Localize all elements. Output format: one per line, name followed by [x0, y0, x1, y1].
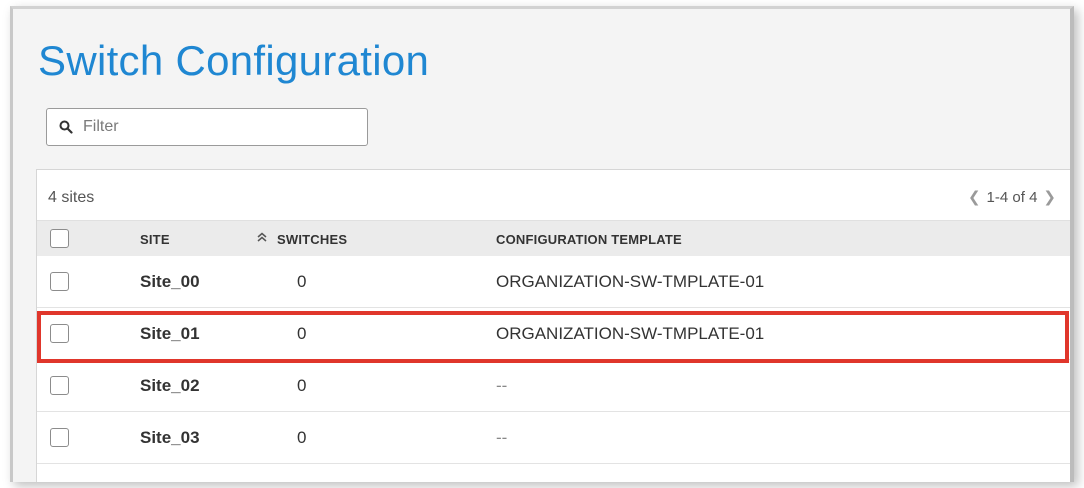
pagination-label: 1-4 of 4: [986, 188, 1038, 206]
row-checkbox[interactable]: [50, 376, 69, 395]
page-title: Switch Configuration: [38, 37, 430, 84]
site-name[interactable]: Site_02: [140, 376, 200, 396]
table-row[interactable]: Site_01 0 ORGANIZATION-SW-TMPLATE-01: [37, 308, 1070, 360]
app-window: Switch Configuration 4 sites ❮ 1-4 of 4 …: [10, 6, 1074, 482]
switch-count: 0: [297, 376, 307, 395]
filter-input[interactable]: [83, 118, 353, 136]
template-name: ORGANIZATION-SW-TMPLATE-01: [496, 272, 765, 291]
template-name: --: [496, 428, 508, 447]
filter-field[interactable]: [46, 108, 368, 146]
select-all-checkbox[interactable]: [50, 229, 69, 248]
pagination: ❮ 1-4 of 4 ❯: [962, 188, 1062, 207]
search-icon: [59, 120, 73, 134]
switch-count: 0: [297, 324, 307, 343]
switch-count: 0: [297, 428, 307, 447]
template-name: ORGANIZATION-SW-TMPLATE-01: [496, 324, 765, 343]
chevron-right-icon[interactable]: ❯: [1037, 188, 1062, 206]
sort-up-icon[interactable]: [255, 230, 269, 249]
site-name[interactable]: Site_00: [140, 272, 200, 292]
switch-count: 0: [297, 272, 307, 291]
row-checkbox[interactable]: [50, 272, 69, 291]
table-row[interactable]: Site_00 0 ORGANIZATION-SW-TMPLATE-01: [37, 256, 1070, 308]
table-row[interactable]: Site_02 0 --: [37, 360, 1070, 412]
column-header-switches[interactable]: SWITCHES: [277, 232, 347, 247]
site-name[interactable]: Site_01: [140, 324, 200, 344]
column-header-template[interactable]: CONFIGURATION TEMPLATE: [496, 232, 682, 247]
chevron-left-icon[interactable]: ❮: [962, 188, 987, 206]
column-header-site[interactable]: SITE: [140, 232, 170, 247]
template-name: --: [496, 376, 508, 395]
table-row[interactable]: Site_03 0 --: [37, 412, 1070, 464]
site-count: 4 sites: [37, 170, 123, 222]
row-checkbox[interactable]: [50, 324, 69, 343]
site-name[interactable]: Site_03: [140, 428, 200, 448]
row-checkbox[interactable]: [50, 428, 69, 447]
table-header: SITE SWITCHES CONFIGURATION TEMPLATE: [37, 220, 1070, 256]
sites-panel: 4 sites ❮ 1-4 of 4 ❯ SITE SWITCHES CONFI…: [36, 169, 1070, 482]
